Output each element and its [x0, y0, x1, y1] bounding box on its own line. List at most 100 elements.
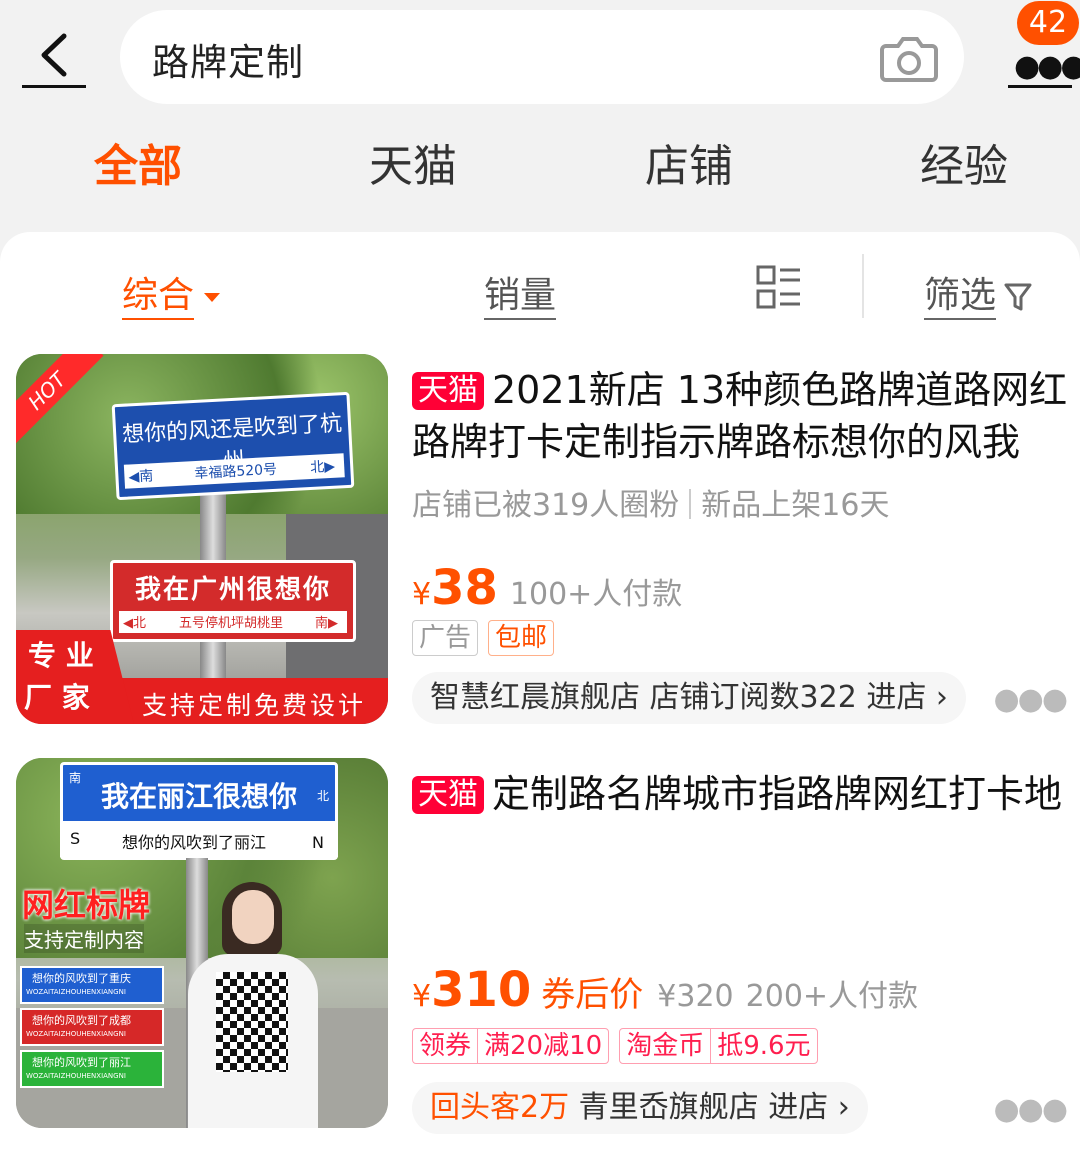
more-underline [1008, 85, 1072, 88]
coupon-tag-value: 满20减10 [477, 1029, 608, 1063]
product-image[interactable]: HOT 想你的风还是吹到了杭州 ◀南 幸福路520号 北▶ 我在广州很想你 ◀北… [16, 354, 388, 724]
sales-count: 100+人付款 [509, 577, 683, 612]
currency-symbol: ¥ [412, 979, 432, 1014]
sign-direction-north: 北 [317, 789, 330, 803]
mini-sign-text: 想你的风吹到了重庆 [32, 972, 131, 985]
price-row: ¥38 100+人付款 [412, 560, 682, 616]
model-checkered-vest [216, 972, 288, 1072]
more-options-icon[interactable]: ●●● [993, 1092, 1068, 1127]
blue-sign-dir-left: ◀南 [128, 468, 154, 486]
tmall-tag: 天猫 [412, 372, 484, 410]
mini-sign-red: 想你的风吹到了成都 WOZAITAIZHOUHENXIANGNI [20, 1008, 164, 1046]
back-button[interactable] [22, 22, 86, 88]
product-title: 天猫 2021新店 13种颜色路牌道路网红路牌打卡定制指示牌路标想你的风我 [412, 364, 1072, 468]
sign-subtext: 想你的风吹到了丽江 [122, 833, 267, 852]
coupon-tag-label: 领券 [419, 1031, 472, 1061]
product-image[interactable]: 南 我在丽江很想你 北 S 想你的风吹到了丽江 N 网红标牌 支持定制内容 想你… [16, 758, 388, 1128]
subline-text: 支持定制内容 [24, 924, 144, 953]
original-price: ¥320 [657, 979, 734, 1014]
mini-sign-text: 想你的风吹到了丽江 [32, 1056, 131, 1069]
coin-tag: 淘金币 抵9.6元 [619, 1028, 818, 1064]
sort-divider [862, 254, 864, 318]
more-options-icon[interactable]: ●●● [993, 682, 1068, 717]
message-count-badge: 42 [1017, 1, 1079, 45]
chevron-right-icon: › [926, 680, 948, 715]
chevron-right-icon: › [828, 1090, 850, 1125]
sort-sales[interactable]: 销量 [484, 266, 557, 320]
tmall-tag: 天猫 [412, 776, 484, 814]
blue-sign-road: 幸福路520号 [193, 461, 278, 483]
red-sign-text: 我在广州很想你 [134, 575, 331, 605]
search-input[interactable]: 路牌定制 [152, 32, 304, 86]
tab-all[interactable]: 全部 [68, 130, 208, 194]
filter-funnel-icon [1004, 283, 1032, 311]
red-sign-road: 五号停机坪胡桃里 [179, 616, 284, 631]
price-value: 310 [431, 962, 532, 1018]
product-card[interactable]: HOT 想你的风还是吹到了杭州 ◀南 幸福路520号 北▶ 我在广州很想你 ◀北… [0, 352, 1080, 732]
mini-sign-sub: WOZAITAIZHOUHENXIANGNI [26, 988, 126, 996]
coin-tag-label: 淘金币 [626, 1031, 705, 1061]
corner-text-2: 厂 家 [24, 681, 90, 714]
filter-button[interactable]: 筛选 [924, 266, 1032, 320]
sign-letter-n: N [312, 833, 324, 852]
blue-street-sign: 南 我在丽江很想你 北 S 想你的风吹到了丽江 N [60, 762, 338, 860]
tag-row: 领券 满20减10 淘金币 抵9.6元 [412, 1028, 828, 1068]
enter-shop-link[interactable]: 进店 [768, 1090, 828, 1125]
mini-sign-green: 想你的风吹到了丽江 WOZAITAIZHOUHENXIANGNI [20, 1050, 164, 1088]
currency-symbol: ¥ [412, 577, 432, 612]
filter-label: 筛选 [924, 275, 997, 320]
shop-name: 青里岙旗舰店 [578, 1090, 759, 1125]
coupon-tag: 领券 满20减10 [412, 1028, 610, 1064]
sign-letter-s: S [70, 829, 81, 848]
sales-count: 200+人付款 [745, 979, 919, 1014]
caret-down-icon [204, 292, 221, 302]
results-panel: 综合 销量 筛选 HOT 想你的风还是吹到了杭州 ◀南 幸福路520号 北▶ 我… [0, 232, 1080, 1152]
red-sign-strip: ◀北 五号停机坪胡桃里 南▶ [119, 611, 347, 633]
back-underline [22, 85, 86, 88]
sort-sales-label: 销量 [484, 275, 557, 320]
coin-tag-value: 抵9.6元 [710, 1029, 816, 1063]
blue-sign-strip: S 想你的风吹到了丽江 N [60, 821, 338, 857]
blue-street-sign: 想你的风还是吹到了杭州 ◀南 幸福路520号 北▶ [111, 391, 355, 501]
red-street-sign: 我在广州很想你 ◀北 五号停机坪胡桃里 南▶ [110, 560, 356, 642]
more-dots-icon: ●●● [1014, 49, 1080, 84]
repeat-customers-text: 回头客2万 [430, 1090, 570, 1125]
red-sign-dir-right: 南▶ [315, 616, 338, 631]
sort-comprehensive-label: 综合 [122, 275, 195, 320]
price-row: ¥310 券后价 ¥320 200+人付款 [412, 962, 918, 1018]
search-bar[interactable]: 路牌定制 [120, 10, 964, 104]
followers-text: 店铺已被319人圈粉 [412, 488, 680, 523]
product-title-text: 2021新店 13种颜色路牌道路网红路牌打卡定制指示牌路标想你的风我 [412, 368, 1068, 464]
shop-row[interactable]: 智慧红晨旗舰店 店铺订阅数322 进店 › [412, 672, 966, 724]
free-shipping-tag: 包邮 [488, 620, 555, 656]
enter-shop-link[interactable]: 进店 [866, 680, 926, 715]
promo-banner-text: 支持定制免费设计 [142, 691, 367, 720]
top-bar: 路牌定制 ●●● 42 [0, 0, 1080, 120]
tag-row: 广告 包邮 [412, 620, 564, 660]
back-arrow-icon [41, 33, 67, 77]
list-view-toggle-icon[interactable] [756, 264, 802, 310]
tab-shops[interactable]: 店铺 [619, 130, 759, 194]
tab-tmall[interactable]: 天猫 [343, 130, 483, 194]
mini-sign-sub: WOZAITAIZHOUHENXIANGNI [26, 1072, 126, 1080]
after-coupon-label: 券后价 [541, 975, 644, 1015]
meta-separator [689, 489, 692, 519]
product-meta: 店铺已被319人圈粉 新品上架16天 [412, 480, 889, 524]
ad-tag: 广告 [412, 620, 479, 656]
shop-row[interactable]: 回头客2万 青里岙旗舰店 进店 › [412, 1082, 868, 1134]
tab-experience[interactable]: 经验 [894, 130, 1034, 194]
shop-name: 智慧红晨旗舰店 [430, 680, 640, 715]
red-sign-dir-left: ◀北 [123, 616, 146, 631]
product-title-text: 定制路名牌城市指路牌网红打卡地 [492, 772, 1063, 816]
model-face [232, 890, 274, 944]
new-arrival-text: 新品上架16天 [701, 488, 890, 523]
sort-bar: 综合 销量 筛选 [0, 232, 1080, 342]
corner-text-1: 专 业 [28, 639, 94, 672]
mini-sign-text: 想你的风吹到了成都 [32, 1014, 131, 1027]
mini-sign-sub: WOZAITAIZHOUHENXIANGNI [26, 1030, 126, 1038]
sort-comprehensive[interactable]: 综合 [122, 266, 221, 320]
product-card[interactable]: 南 我在丽江很想你 北 S 想你的风吹到了丽江 N 网红标牌 支持定制内容 想你… [0, 756, 1080, 1136]
shop-subscribers: 店铺订阅数322 [649, 680, 857, 715]
headline-text: 网红标牌 [22, 886, 151, 924]
camera-icon[interactable] [880, 32, 938, 84]
